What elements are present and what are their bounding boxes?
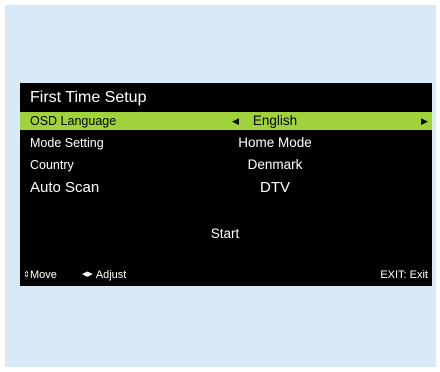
first-time-setup-dialog: First Time Setup OSD Language ◀ English …: [20, 83, 432, 286]
move-hint-label: Move: [30, 269, 57, 281]
right-triangle-icon[interactable]: ▶: [421, 112, 428, 130]
menu-item-country[interactable]: Country Denmark: [20, 156, 432, 174]
adjust-hint-label: Adjust: [95, 269, 127, 281]
adjust-hint: ◀▶ Adjust: [82, 267, 126, 283]
move-hint: ⇕Move: [23, 267, 57, 283]
dialog-title: First Time Setup: [30, 89, 147, 106]
menu-item-label: OSD Language: [30, 114, 117, 128]
left-right-arrows-icon: ◀▶: [82, 271, 93, 278]
menu-item-value: English: [252, 113, 298, 128]
exit-hint: EXIT: Exit: [380, 269, 428, 281]
menu-item-label: Auto Scan: [30, 179, 100, 196]
menu-item-value: Home Mode: [238, 135, 312, 150]
menu-item-value: DTV: [260, 179, 290, 196]
start-button-label: Start: [210, 226, 240, 241]
menu-item-value: Denmark: [247, 157, 303, 172]
menu-item-auto-scan[interactable]: Auto Scan DTV: [20, 178, 432, 198]
menu-item-label: Country: [30, 158, 74, 172]
menu-item-osd-language[interactable]: OSD Language ◀ English ▶: [20, 112, 432, 130]
menu-item-label: Mode Setting: [30, 136, 104, 150]
up-down-arrows-icon: ⇕: [23, 270, 30, 279]
footer-hints: ⇕Move ◀▶ Adjust EXIT: Exit: [20, 267, 432, 283]
menu-item-mode-setting[interactable]: Mode Setting Home Mode: [20, 134, 432, 152]
